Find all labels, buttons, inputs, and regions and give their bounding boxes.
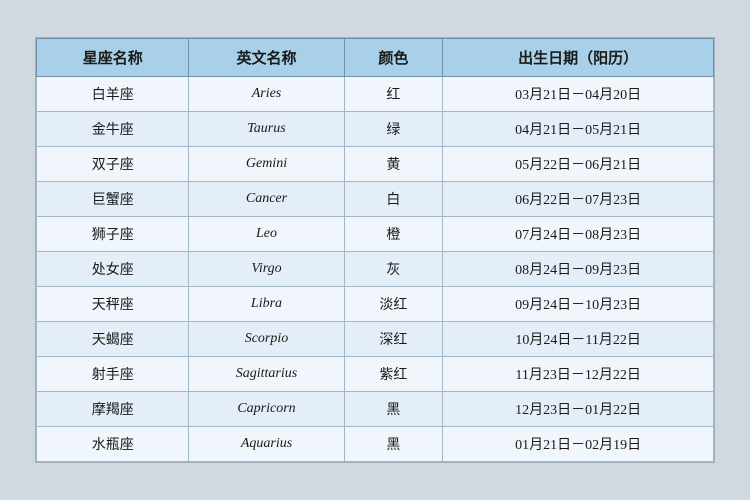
cell-dates: 07月24日－08月23日 [443,217,714,252]
header-english-name: 英文名称 [189,39,344,77]
cell-chinese-name: 处女座 [37,252,189,287]
table-row: 摩羯座Capricorn黑12月23日－01月22日 [37,392,714,427]
cell-color: 灰 [344,252,443,287]
cell-dates: 03月21日－04月20日 [443,77,714,112]
table-row: 金牛座Taurus绿04月21日－05月21日 [37,112,714,147]
cell-dates: 04月21日－05月21日 [443,112,714,147]
zodiac-table-container: 星座名称 英文名称 颜色 出生日期（阳历） 白羊座Aries红03月21日－04… [35,37,715,463]
cell-color: 黑 [344,427,443,462]
table-body: 白羊座Aries红03月21日－04月20日金牛座Taurus绿04月21日－0… [37,77,714,462]
cell-chinese-name: 金牛座 [37,112,189,147]
table-header-row: 星座名称 英文名称 颜色 出生日期（阳历） [37,39,714,77]
cell-english-name: Scorpio [189,322,344,357]
cell-color: 黑 [344,392,443,427]
cell-color: 绿 [344,112,443,147]
header-chinese-name: 星座名称 [37,39,189,77]
cell-english-name: Virgo [189,252,344,287]
cell-english-name: Taurus [189,112,344,147]
table-row: 双子座Gemini黄05月22日－06月21日 [37,147,714,182]
table-row: 巨蟹座Cancer白06月22日－07月23日 [37,182,714,217]
cell-english-name: Capricorn [189,392,344,427]
table-row: 水瓶座Aquarius黑01月21日－02月19日 [37,427,714,462]
cell-dates: 12月23日－01月22日 [443,392,714,427]
cell-chinese-name: 射手座 [37,357,189,392]
cell-dates: 06月22日－07月23日 [443,182,714,217]
cell-color: 黄 [344,147,443,182]
cell-english-name: Leo [189,217,344,252]
table-row: 狮子座Leo橙07月24日－08月23日 [37,217,714,252]
cell-english-name: Gemini [189,147,344,182]
cell-color: 淡红 [344,287,443,322]
table-row: 处女座Virgo灰08月24日－09月23日 [37,252,714,287]
cell-english-name: Aquarius [189,427,344,462]
header-dates: 出生日期（阳历） [443,39,714,77]
cell-english-name: Sagittarius [189,357,344,392]
cell-chinese-name: 白羊座 [37,77,189,112]
header-color: 颜色 [344,39,443,77]
cell-english-name: Aries [189,77,344,112]
cell-color: 白 [344,182,443,217]
cell-dates: 05月22日－06月21日 [443,147,714,182]
cell-chinese-name: 摩羯座 [37,392,189,427]
cell-chinese-name: 天秤座 [37,287,189,322]
cell-color: 红 [344,77,443,112]
table-row: 天蝎座Scorpio深红10月24日－11月22日 [37,322,714,357]
cell-chinese-name: 水瓶座 [37,427,189,462]
cell-english-name: Libra [189,287,344,322]
cell-dates: 01月21日－02月19日 [443,427,714,462]
cell-color: 深红 [344,322,443,357]
cell-color: 橙 [344,217,443,252]
cell-chinese-name: 巨蟹座 [37,182,189,217]
table-row: 射手座Sagittarius紫红11月23日－12月22日 [37,357,714,392]
cell-chinese-name: 天蝎座 [37,322,189,357]
cell-chinese-name: 双子座 [37,147,189,182]
cell-english-name: Cancer [189,182,344,217]
table-row: 天秤座Libra淡红09月24日－10月23日 [37,287,714,322]
cell-dates: 11月23日－12月22日 [443,357,714,392]
zodiac-table: 星座名称 英文名称 颜色 出生日期（阳历） 白羊座Aries红03月21日－04… [36,38,714,462]
cell-chinese-name: 狮子座 [37,217,189,252]
cell-dates: 10月24日－11月22日 [443,322,714,357]
cell-dates: 09月24日－10月23日 [443,287,714,322]
cell-dates: 08月24日－09月23日 [443,252,714,287]
cell-color: 紫红 [344,357,443,392]
table-row: 白羊座Aries红03月21日－04月20日 [37,77,714,112]
